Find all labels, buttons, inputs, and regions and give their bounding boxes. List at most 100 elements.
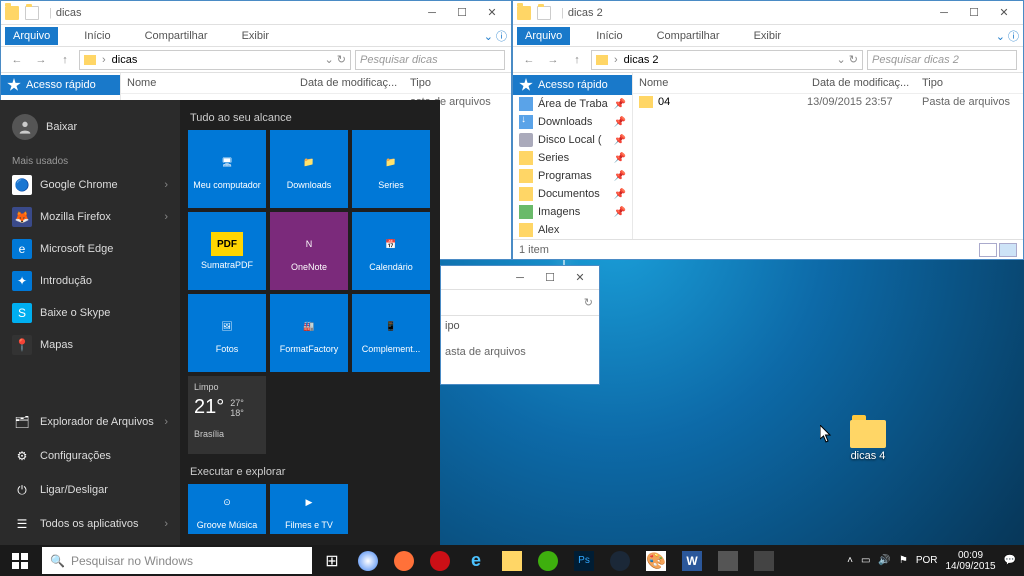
nav-up-button[interactable]: ↑ bbox=[55, 50, 75, 70]
tile-group-title[interactable]: Tudo ao seu alcance bbox=[188, 108, 432, 130]
tb-firefox[interactable] bbox=[386, 545, 422, 576]
file-row[interactable]: 04 13/09/2015 23:57 Pasta de arquivos bbox=[633, 94, 1023, 110]
ribbon-tab-file[interactable]: Arquivo bbox=[517, 27, 570, 45]
tray-chevron-up-icon[interactable]: ˄ bbox=[847, 555, 853, 566]
sidebar-item-series[interactable]: Series📌 bbox=[513, 149, 632, 167]
tb-app2[interactable] bbox=[746, 545, 782, 576]
ribbon-tab-view[interactable]: Exibir bbox=[234, 27, 278, 45]
sidebar-item-disk[interactable]: Disco Local (📌 bbox=[513, 131, 632, 149]
path-segment[interactable]: dicas 2 bbox=[624, 54, 659, 66]
tile-formatfactory[interactable]: 🏭FormatFactory bbox=[270, 294, 348, 372]
tb-opera[interactable] bbox=[422, 545, 458, 576]
tile-movies[interactable]: ▶Filmes e TV bbox=[270, 484, 348, 534]
col-date[interactable]: Data de modificaç... bbox=[300, 77, 410, 89]
ribbon-tab-file[interactable]: Arquivo bbox=[5, 27, 58, 45]
tile-complement[interactable]: 📱Complement... bbox=[352, 294, 430, 372]
close-button[interactable]: ✕ bbox=[989, 3, 1019, 23]
tb-chrome[interactable] bbox=[350, 545, 386, 576]
tile-calendar[interactable]: 📅Calendário bbox=[352, 212, 430, 290]
app-chrome[interactable]: 🔵Google Chrome› bbox=[0, 169, 180, 201]
nav-forward-button[interactable]: → bbox=[543, 50, 563, 70]
app-edge[interactable]: eMicrosoft Edge bbox=[0, 233, 180, 265]
sidebar-item-alex[interactable]: Alex bbox=[513, 221, 632, 239]
maximize-button[interactable]: ☐ bbox=[535, 268, 565, 288]
app-maps[interactable]: 📍Mapas bbox=[0, 329, 180, 361]
column-headers[interactable]: Nome Data de modificaç... Tipo bbox=[633, 73, 1023, 94]
tray-volume-icon[interactable]: 🔊 bbox=[878, 555, 890, 566]
nav-up-button[interactable]: ↑ bbox=[567, 50, 587, 70]
tray-network-icon[interactable]: ▭ bbox=[861, 555, 870, 566]
path-box[interactable]: › dicas ⌄ ↻ bbox=[79, 50, 351, 70]
titlebar[interactable]: ─ ☐ ✕ bbox=[441, 266, 599, 290]
file-pane[interactable]: ipo asta de arquivos bbox=[441, 316, 599, 384]
tray-flag-icon[interactable]: ⚑ bbox=[899, 555, 908, 566]
sidebar-item-imagens[interactable]: Imagens📌 bbox=[513, 203, 632, 221]
sidebar-quick-access[interactable]: Acesso rápido bbox=[513, 75, 632, 95]
ribbon-tab-home[interactable]: Início bbox=[76, 27, 118, 45]
titlebar[interactable]: | dicas ─ ☐ ✕ bbox=[1, 1, 511, 25]
ribbon-tab-share[interactable]: Compartilhar bbox=[137, 27, 216, 45]
start-user[interactable]: Baixar bbox=[0, 104, 180, 150]
app-intro[interactable]: ✦Introdução bbox=[0, 265, 180, 297]
tile-series[interactable]: 📁Series bbox=[352, 130, 430, 208]
path-segment[interactable]: dicas bbox=[112, 54, 138, 66]
tile-downloads[interactable]: 📁Downloads bbox=[270, 130, 348, 208]
col-type[interactable]: Tipo bbox=[922, 77, 1017, 89]
sidebar-item-programas[interactable]: Programas📌 bbox=[513, 167, 632, 185]
close-button[interactable]: ✕ bbox=[477, 3, 507, 23]
tb-explorer[interactable] bbox=[494, 545, 530, 576]
start-power[interactable]: ⏻Ligar/Desligar bbox=[0, 473, 180, 507]
desktop-folder[interactable]: dicas 4 bbox=[850, 420, 886, 462]
dropdown-icon[interactable]: ⌄ ↻ bbox=[837, 53, 859, 66]
sidebar-item-downloads[interactable]: Downloads📌 bbox=[513, 113, 632, 131]
nav-forward-button[interactable]: → bbox=[31, 50, 51, 70]
tile-sumatra[interactable]: PDFSumatraPDF bbox=[188, 212, 266, 290]
col-name[interactable]: Nome bbox=[639, 77, 812, 89]
tile-photos[interactable]: 🖼Fotos bbox=[188, 294, 266, 372]
tb-paint[interactable]: 🎨 bbox=[638, 545, 674, 576]
maximize-button[interactable]: ☐ bbox=[959, 3, 989, 23]
tb-utorrent[interactable] bbox=[530, 545, 566, 576]
ribbon-tab-home[interactable]: Início bbox=[588, 27, 630, 45]
sidebar-quick-access[interactable]: Acesso rápido bbox=[1, 75, 120, 95]
taskview-button[interactable]: ⊞ bbox=[314, 545, 350, 576]
ribbon-expand-icon[interactable]: ⌄ ⓘ bbox=[996, 28, 1019, 44]
tray-clock[interactable]: 00:09 14/09/2015 bbox=[945, 550, 995, 572]
start-file-explorer[interactable]: 🗂Explorador de Arquivos› bbox=[0, 405, 180, 439]
start-button[interactable] bbox=[0, 545, 40, 576]
tb-app1[interactable] bbox=[710, 545, 746, 576]
minimize-button[interactable]: ─ bbox=[417, 3, 447, 23]
tray-lang[interactable]: POR bbox=[916, 555, 938, 566]
tb-steam[interactable] bbox=[602, 545, 638, 576]
view-icons-button[interactable] bbox=[999, 243, 1017, 257]
action-center-icon[interactable]: 💬 bbox=[1004, 555, 1016, 566]
tile-this-pc[interactable]: 🖥Meu computador bbox=[188, 130, 266, 208]
start-settings[interactable]: ⚙Configurações bbox=[0, 439, 180, 473]
search-input[interactable]: Pesquisar dicas bbox=[355, 50, 505, 70]
sidebar-item-desktop[interactable]: Área de Traba📌 bbox=[513, 95, 632, 113]
taskbar-search[interactable]: 🔍 Pesquisar no Windows bbox=[42, 547, 312, 574]
dropdown-icon[interactable]: ⌄ ↻ bbox=[325, 53, 347, 66]
ribbon-expand-icon[interactable]: ⌄ ⓘ bbox=[484, 28, 507, 44]
col-name[interactable]: Nome bbox=[127, 77, 300, 89]
path-box[interactable]: › dicas 2 ⌄ ↻ bbox=[591, 50, 863, 70]
tb-photoshop[interactable]: Ps bbox=[566, 545, 602, 576]
nav-back-button[interactable]: ← bbox=[7, 50, 27, 70]
app-firefox[interactable]: 🦊Mozilla Firefox› bbox=[0, 201, 180, 233]
tile-onenote[interactable]: NOneNote bbox=[270, 212, 348, 290]
tile-group-title[interactable]: Executar e explorar bbox=[188, 462, 432, 484]
col-date[interactable]: Data de modificaç... bbox=[812, 77, 922, 89]
close-button[interactable]: ✕ bbox=[565, 268, 595, 288]
search-input[interactable]: Pesquisar dicas 2 bbox=[867, 50, 1017, 70]
column-headers[interactable]: Nome Data de modificaç... Tipo bbox=[121, 73, 511, 94]
maximize-button[interactable]: ☐ bbox=[447, 3, 477, 23]
tb-edge[interactable]: e bbox=[458, 545, 494, 576]
refresh-icon[interactable]: ↻ bbox=[584, 296, 593, 309]
titlebar[interactable]: | dicas 2 ─ ☐ ✕ bbox=[513, 1, 1023, 25]
minimize-button[interactable]: ─ bbox=[505, 268, 535, 288]
minimize-button[interactable]: ─ bbox=[929, 3, 959, 23]
col-type[interactable]: Tipo bbox=[410, 77, 505, 89]
app-skype[interactable]: SBaixe o Skype bbox=[0, 297, 180, 329]
start-all-apps[interactable]: ☰Todos os aplicativos› bbox=[0, 507, 180, 541]
tb-word[interactable]: W bbox=[674, 545, 710, 576]
